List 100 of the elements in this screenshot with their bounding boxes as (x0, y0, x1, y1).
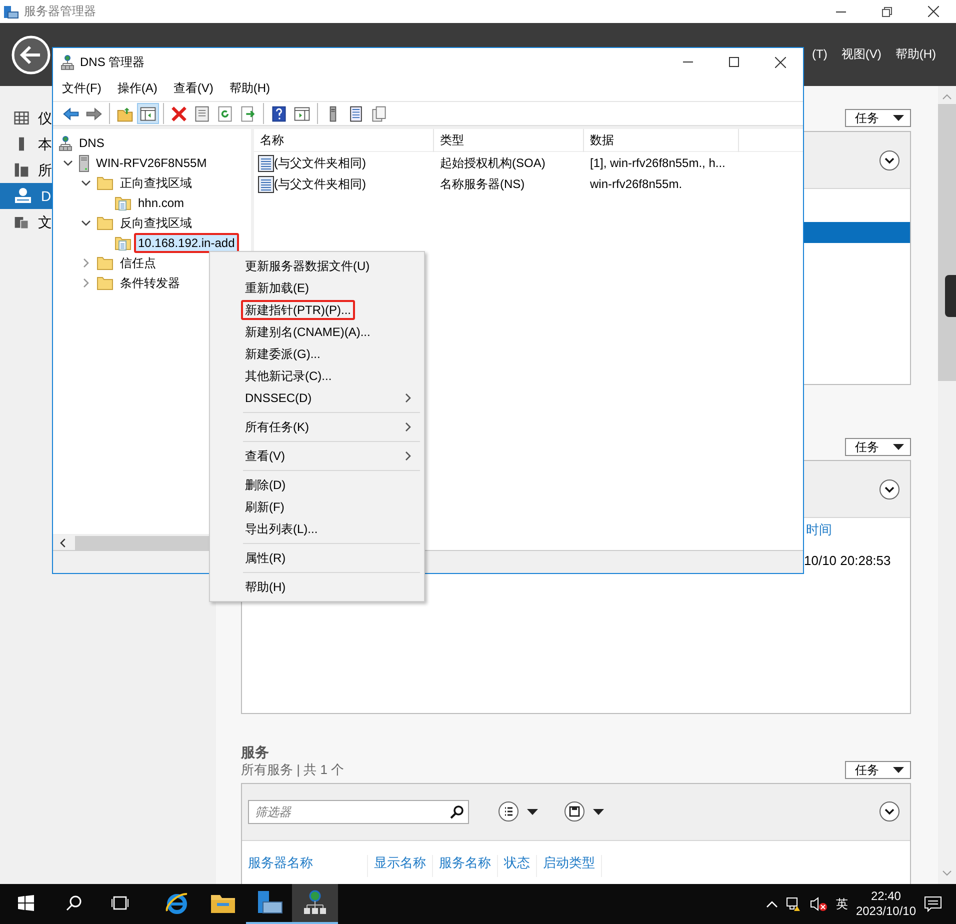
collapse-icon[interactable] (63, 159, 73, 167)
expand-icon[interactable] (879, 478, 900, 500)
nav-item[interactable]: D (0, 183, 52, 209)
clock-date: 2023/10/10 (856, 904, 916, 919)
caret-icon (893, 444, 904, 450)
network-status-icon[interactable] (786, 896, 802, 912)
filter-field[interactable]: 筛选器 (248, 800, 469, 824)
section-subtitle: 所有服务 | 共 1 个 (241, 762, 344, 778)
column-header[interactable]: 显示名称 (374, 854, 433, 877)
menu-item[interactable]: 帮助(H) (895, 47, 936, 62)
tree-item[interactable]: hhn.com (134, 192, 188, 214)
column-header[interactable]: 类型 (434, 128, 584, 152)
menu-item[interactable]: 新建别名(CNAME)(A)... (212, 321, 422, 343)
list-icon (347, 104, 365, 122)
maximize-icon (729, 57, 739, 67)
table-cell-text: [1], win-rfv26f8n55m., h... (589, 156, 726, 171)
menu-item[interactable]: 操作(A) (117, 81, 158, 96)
server-icon (79, 154, 89, 172)
close-icon (774, 56, 786, 68)
menu-item[interactable]: 文件(F) (62, 81, 102, 96)
folder-up-icon (116, 104, 134, 122)
menu-item[interactable]: 刷新(F) (212, 496, 422, 518)
tasks-button[interactable]: 任务 (845, 438, 911, 456)
list-view-button[interactable] (498, 801, 538, 822)
collapse-icon[interactable] (81, 179, 91, 187)
column-header[interactable]: 状态 (504, 854, 537, 877)
folder-icon (97, 276, 113, 290)
menu-item[interactable]: DNSSEC(D) (212, 387, 422, 409)
tree-item[interactable]: 反向查找区域 (116, 212, 196, 234)
chevron-up-icon[interactable] (766, 900, 778, 908)
tree-item[interactable]: DNS (75, 132, 108, 154)
caret-icon (893, 115, 904, 121)
side-handle[interactable] (945, 275, 956, 317)
column-header[interactable]: 服务器名称 (248, 854, 368, 877)
tree-item[interactable]: 条件转发器 (116, 272, 184, 294)
copy-icon (370, 104, 388, 122)
servers-icon (14, 161, 29, 179)
search-icon (66, 895, 82, 911)
menu-item[interactable]: 查看(V) (212, 445, 422, 467)
input-method[interactable]: 英 (836, 896, 848, 912)
back-button-icon[interactable] (11, 34, 51, 74)
expand-icon[interactable] (879, 801, 900, 822)
taskbar-button[interactable] (292, 884, 338, 924)
tree-item[interactable]: 正向查找区域 (116, 172, 196, 194)
list-item[interactable]: (与父文件夹相同) (254, 155, 434, 172)
menu-item[interactable]: 删除(D) (212, 474, 422, 496)
scroll-left-icon[interactable] (59, 538, 67, 548)
tasks-button[interactable]: 任务 (845, 760, 911, 779)
collapse-icon[interactable] (81, 219, 91, 227)
column-header[interactable]: 启动类型 (543, 854, 602, 877)
zone-icon (115, 235, 131, 251)
menu-item[interactable]: 其他新记录(C)... (212, 365, 422, 387)
delete-icon (170, 104, 188, 122)
table-cell-text: 起始授权机构(SOA) (439, 156, 546, 171)
table-cell-text: 名称服务器(NS) (439, 177, 526, 192)
expand-icon[interactable] (879, 150, 900, 170)
toolbar-button[interactable] (137, 103, 159, 124)
export-icon (239, 104, 257, 122)
save-icon (564, 801, 585, 822)
volume-icon[interactable] (810, 896, 828, 912)
table-cell: 10/10 20:28:53 (804, 552, 891, 568)
menu-item[interactable]: 重新加载(E) (212, 277, 422, 299)
help-icon (270, 104, 288, 122)
menu-item[interactable]: 更新服务器数据文件(U) (212, 255, 422, 277)
column-header[interactable]: 时间 (806, 522, 832, 538)
close-icon (928, 6, 938, 17)
tasks-button[interactable]: 任务 (845, 109, 911, 127)
notification-icon[interactable] (924, 896, 942, 912)
nav-item[interactable]: 所 (0, 157, 52, 183)
network-icon (302, 890, 328, 916)
column-header[interactable]: 数据 (584, 128, 739, 152)
menu-item[interactable]: (T) (812, 47, 828, 62)
tree-item[interactable]: WIN-RFV26F8N55M (92, 152, 211, 174)
clock[interactable]: 22:40 2023/10/10 (856, 889, 916, 919)
list-view-icon (498, 801, 519, 822)
folder-icon (97, 216, 113, 230)
column-header[interactable]: 名称 (254, 128, 434, 152)
menu-item[interactable]: 帮助(H) (229, 81, 270, 96)
menu-item[interactable]: 视图(V) (841, 47, 882, 62)
menu-item[interactable]: 新建委派(G)... (212, 343, 422, 365)
menu-item[interactable]: 导出列表(L)... (212, 518, 422, 540)
menu-item[interactable]: 属性(R) (212, 547, 422, 569)
menu-item[interactable]: 所有任务(K) (212, 416, 422, 438)
list-item[interactable]: (与父文件夹相同) (254, 176, 434, 193)
network-icon (59, 136, 72, 150)
tree-item[interactable]: 信任点 (116, 252, 160, 274)
menu-item[interactable]: 帮助(H) (212, 576, 422, 598)
restore-icon (882, 6, 892, 16)
table-cell-text: win-rfv26f8n55m. (589, 177, 684, 192)
scrollbar[interactable] (938, 86, 956, 884)
folder-icon (97, 176, 113, 190)
tree-item[interactable]: 10.168.192.in-add (134, 232, 239, 254)
column-header[interactable]: 服务名称 (439, 854, 498, 877)
nav-item[interactable]: 文 (0, 209, 52, 235)
menu-item[interactable]: 查看(V) (173, 81, 214, 96)
save-button[interactable] (564, 801, 604, 822)
nav-item[interactable]: 本 (0, 131, 52, 157)
nav-item[interactable]: 仪 (0, 105, 52, 131)
caret-icon (593, 808, 604, 815)
start-icon (18, 895, 34, 911)
